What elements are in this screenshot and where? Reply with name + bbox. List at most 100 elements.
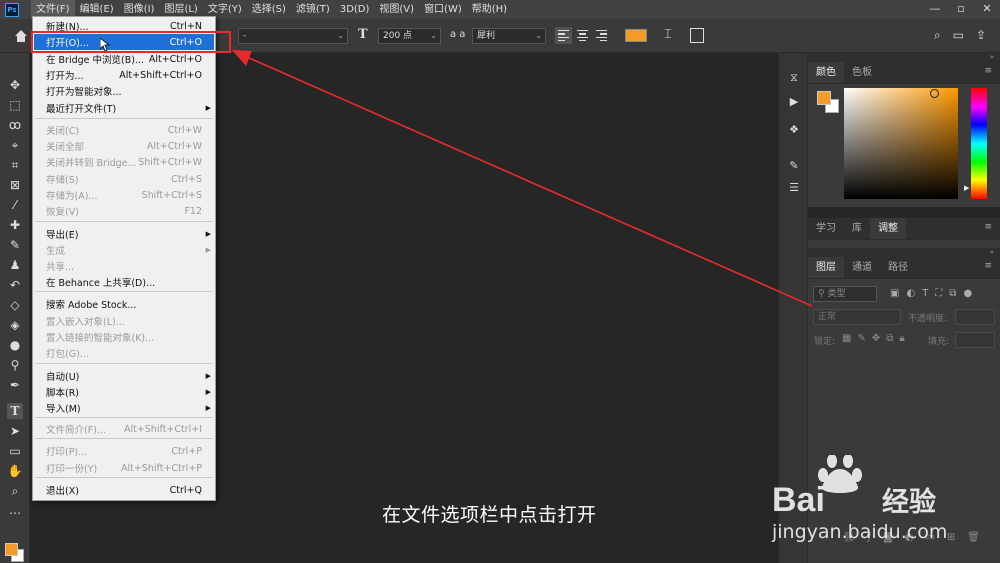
- file-menu-item[interactable]: 导出(E) ▶: [34, 226, 214, 242]
- workspace-icon[interactable]: ▭: [953, 28, 964, 43]
- fill-field[interactable]: [955, 332, 995, 348]
- text-color-swatch[interactable]: [625, 29, 647, 42]
- type-filter-icon[interactable]: T: [922, 288, 928, 299]
- quick-select-tool-icon[interactable]: ⌖: [7, 137, 23, 153]
- file-menu-item[interactable]: 自动(U) ▶: [34, 368, 214, 384]
- maximize-button[interactable]: ▫: [948, 0, 974, 19]
- foreground-color-swatch[interactable]: [5, 543, 18, 556]
- close-button[interactable]: ✕: [974, 0, 1000, 19]
- menu-item[interactable]: 视图(V): [374, 0, 419, 19]
- marquee-tool-icon[interactable]: ⬚: [7, 97, 23, 113]
- file-menu-item[interactable]: 在 Behance 上共享(D)...: [34, 274, 214, 290]
- hand-tool-icon[interactable]: ✋: [7, 463, 23, 479]
- zoom-tool-icon[interactable]: ⌕: [7, 483, 23, 499]
- panel-menu-icon[interactable]: ≡: [984, 261, 992, 271]
- blend-mode-select[interactable]: 正常: [813, 309, 901, 325]
- panel-tab[interactable]: 通道: [844, 257, 880, 278]
- color-picker-ring[interactable]: [930, 89, 939, 98]
- character-panel-icon[interactable]: [690, 28, 704, 43]
- file-menu-item[interactable]: 脚本(R) ▶: [34, 384, 214, 400]
- move-tool-icon[interactable]: ✥: [7, 77, 23, 93]
- adjustment-filter-icon[interactable]: ◐: [906, 288, 915, 299]
- rectangle-tool-icon[interactable]: ▭: [7, 443, 23, 459]
- pixel-filter-icon[interactable]: ▣: [890, 288, 899, 299]
- lasso-tool-icon[interactable]: ꝏ: [7, 117, 23, 133]
- opacity-field[interactable]: [955, 309, 995, 325]
- font-size-field[interactable]: 200 点 ⌄: [378, 28, 441, 44]
- watermark-url: jingyan.baidu.com: [772, 521, 948, 543]
- picker-foreground-swatch[interactable]: [817, 91, 831, 105]
- menu-separator: [35, 363, 213, 364]
- panel-menu-icon[interactable]: ≡: [984, 222, 992, 232]
- hue-slider[interactable]: [971, 88, 987, 199]
- file-menu-item[interactable]: 退出(X) Ctrl+Q: [34, 482, 214, 498]
- file-menu-item[interactable]: 在 Bridge 中浏览(B)... Alt+Ctrl+O: [34, 51, 214, 67]
- paint-bucket-tool-icon[interactable]: ◈: [7, 317, 23, 333]
- align-center-button[interactable]: [574, 27, 591, 44]
- brush-settings-icon[interactable]: ✎: [787, 159, 801, 173]
- lock-image-icon[interactable]: ✎: [857, 333, 865, 344]
- panel-tab[interactable]: 路径: [880, 257, 916, 278]
- panel-tab[interactable]: 色板: [844, 62, 880, 83]
- shape-filter-icon[interactable]: ⛶: [935, 288, 942, 299]
- antialias-select[interactable]: 犀利 ⌄: [472, 28, 546, 44]
- path-select-tool-icon[interactable]: ➤: [7, 423, 23, 439]
- pen-tool-icon[interactable]: ✒: [7, 377, 23, 393]
- file-menu-item[interactable]: 搜索 Adobe Stock...: [34, 296, 214, 312]
- menu-item-label: 关闭(C): [46, 126, 80, 137]
- history-brush-tool-icon[interactable]: ↶: [7, 277, 23, 293]
- crop-tool-icon[interactable]: ⌗: [7, 157, 23, 173]
- actions-play-icon[interactable]: ▶: [787, 95, 801, 109]
- brush-tool-icon[interactable]: ✎: [7, 237, 23, 253]
- panel-tab[interactable]: 库: [844, 218, 870, 239]
- type-tool-icon[interactable]: T: [7, 403, 23, 419]
- share-icon[interactable]: ⇪: [976, 28, 986, 43]
- eyedropper-tool-icon[interactable]: ⁄: [7, 197, 23, 213]
- history-icon[interactable]: ⧖: [787, 71, 801, 85]
- eraser-tool-icon[interactable]: ◇: [7, 297, 23, 313]
- file-menu-item[interactable]: 最近打开文件(T) ▶: [34, 100, 214, 116]
- layer-filter-select[interactable]: ⚲ 类型: [813, 286, 877, 302]
- dodge-tool-icon[interactable]: ⚲: [7, 357, 23, 373]
- menu-item-label: 导出(E): [46, 230, 79, 241]
- lock-artboard-icon[interactable]: ⧉: [886, 333, 893, 344]
- more-tools-icon[interactable]: ⋯: [7, 505, 23, 521]
- minimize-button[interactable]: —: [922, 0, 948, 19]
- lock-all-icon[interactable]: 🔒︎: [899, 333, 904, 344]
- blur-tool-icon[interactable]: ●: [7, 337, 23, 353]
- filter-toggle-icon[interactable]: ●: [963, 288, 972, 299]
- home-icon[interactable]: [13, 28, 29, 44]
- panel-tab[interactable]: 调整: [870, 218, 906, 239]
- lock-position-icon[interactable]: ✥: [872, 333, 880, 344]
- menu-item[interactable]: 选择(S): [247, 0, 291, 19]
- warp-text-icon[interactable]: ⌶: [664, 27, 672, 42]
- search-icon[interactable]: ⌕: [934, 28, 941, 43]
- panel-tab[interactable]: 图层: [808, 257, 844, 278]
- hue-slider-arrow-icon[interactable]: ▶: [964, 184, 969, 192]
- lock-transparent-icon[interactable]: ▦: [842, 333, 851, 344]
- menu-item-shortcut: F12: [184, 205, 202, 217]
- menu-item[interactable]: 窗口(W): [419, 0, 467, 19]
- menu-item[interactable]: 滤镜(T): [291, 0, 335, 19]
- panel-collapse-bar[interactable]: »: [808, 248, 1000, 257]
- file-menu-item[interactable]: 打开为... Alt+Shift+Ctrl+O: [34, 67, 214, 83]
- panel-menu-icon[interactable]: ≡: [984, 66, 992, 76]
- file-menu-item[interactable]: 打开为智能对象...: [34, 83, 214, 99]
- healing-brush-tool-icon[interactable]: ✚: [7, 217, 23, 233]
- frame-tool-icon[interactable]: ⊠: [7, 177, 23, 193]
- panel-tab[interactable]: 学习: [808, 218, 844, 239]
- menu-item[interactable]: 帮助(H): [467, 0, 512, 19]
- panel-collapse-bar[interactable]: »: [808, 53, 1000, 62]
- properties-icon[interactable]: ☰: [787, 181, 801, 195]
- clone-stamp-tool-icon[interactable]: ♟: [7, 257, 23, 273]
- font-style-select[interactable]: - ⌄: [238, 28, 348, 44]
- smart-object-filter-icon[interactable]: ⧉: [949, 288, 956, 299]
- 3d-icon[interactable]: ❖: [787, 123, 801, 137]
- color-saturation-field[interactable]: [844, 88, 958, 199]
- menu-item[interactable]: 3D(D): [335, 0, 375, 19]
- align-left-button[interactable]: [555, 27, 572, 44]
- align-right-button[interactable]: [593, 27, 610, 44]
- panel-tab[interactable]: 颜色: [808, 62, 844, 83]
- chevron-down-icon: ⌄: [535, 31, 542, 40]
- file-menu-item[interactable]: 导入(M) ▶: [34, 400, 214, 416]
